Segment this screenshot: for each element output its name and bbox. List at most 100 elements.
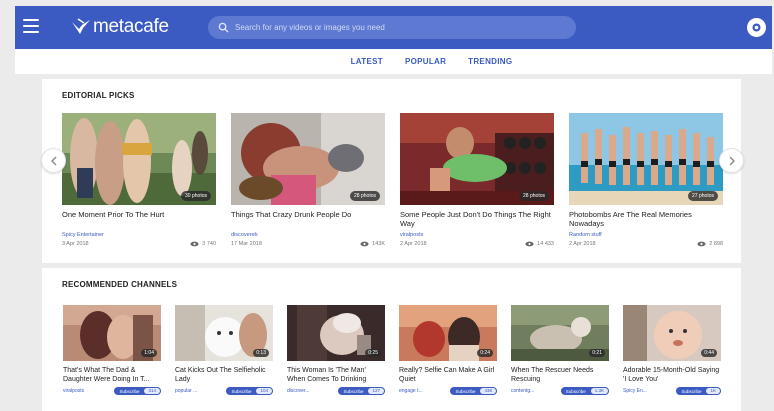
- user-avatar-icon[interactable]: [747, 18, 766, 37]
- card-title[interactable]: Photobombs Are The Real Memories Nowaday…: [569, 210, 723, 229]
- channel-card[interactable]: 0:24 Really? Selfie Can Make A Girl Quie…: [399, 305, 497, 395]
- subscribe-label: Subscribe: [343, 388, 364, 394]
- video-title[interactable]: Really? Selfie Can Make A Girl Quiet: [399, 366, 497, 384]
- channel-name[interactable]: popular ...: [175, 388, 197, 394]
- subscriber-count: 1K: [706, 388, 720, 394]
- tab-latest[interactable]: LATEST: [351, 57, 383, 66]
- editorial-card[interactable]: 30 photos One Moment Prior To The Hurt S…: [62, 113, 216, 247]
- card-meta: 2 Apr 2018 2 898: [569, 241, 723, 247]
- card-meta: 17 Mar 2018 143K: [231, 241, 385, 247]
- photo-count-badge: 28 photos: [350, 191, 380, 201]
- search-icon: [218, 22, 229, 33]
- card-source[interactable]: Spicy Entertainer: [62, 232, 216, 238]
- logo[interactable]: metacafe: [70, 15, 169, 39]
- video-thumbnail[interactable]: 0:21: [511, 305, 609, 361]
- view-count: 3 740: [190, 241, 216, 247]
- search-input[interactable]: [235, 23, 565, 32]
- card-thumbnail[interactable]: 28 photos: [400, 113, 554, 205]
- chevron-right-icon: [729, 156, 735, 165]
- subscribe-label: Subscribe: [565, 388, 586, 394]
- card-meta: 3 Apr 2018 3 740: [62, 241, 216, 247]
- view-count-value: 14 433: [537, 241, 554, 247]
- subscriber-count: 104: [256, 388, 272, 394]
- subscribe-button[interactable]: Subscribe 314: [114, 387, 161, 395]
- eye-icon: [525, 241, 534, 247]
- tab-popular[interactable]: POPULAR: [405, 57, 446, 66]
- carousel-prev-button[interactable]: [41, 148, 66, 173]
- view-count-value: 2 898: [709, 241, 723, 247]
- video-duration: 0:24: [477, 349, 493, 357]
- subscribe-button[interactable]: Subscribe 127: [338, 387, 385, 395]
- tab-trending[interactable]: TRENDING: [468, 57, 512, 66]
- carousel-next-button[interactable]: [719, 148, 744, 173]
- card-date: 2 Apr 2018: [400, 241, 427, 247]
- video-thumbnail[interactable]: 0:25: [287, 305, 385, 361]
- subscribe-button[interactable]: Subscribe 438: [450, 387, 497, 395]
- top-bar: metacafe: [15, 6, 772, 49]
- subscribe-button[interactable]: Subscribe 104: [226, 387, 273, 395]
- card-thumbnail[interactable]: 30 photos: [62, 113, 216, 205]
- channel-card[interactable]: 0:44 Adorable 15-Month-Old Saying 'I Lov…: [623, 305, 721, 395]
- video-duration: 0:44: [701, 349, 717, 357]
- photo-count-badge: 30 photos: [181, 191, 211, 201]
- card-meta: 2 Apr 2018 14 433: [400, 241, 554, 247]
- hamburger-menu-icon[interactable]: [23, 19, 39, 33]
- subscribe-button[interactable]: Subscribe 1K: [676, 387, 721, 395]
- video-duration: 1:04: [141, 349, 157, 357]
- section-title: EDITORIAL PICKS: [62, 91, 135, 100]
- section-title: RECOMMENDED CHANNELS: [62, 280, 178, 289]
- video-duration: 0:13: [253, 349, 269, 357]
- card-date: 3 Apr 2018: [62, 241, 89, 247]
- card-thumbnail[interactable]: 27 photos: [569, 113, 723, 205]
- card-title[interactable]: Things That Crazy Drunk People Do: [231, 210, 385, 229]
- sub-navigation: LATEST POPULAR TRENDING: [15, 49, 772, 74]
- view-count: 2 898: [697, 241, 723, 247]
- view-count: 14 433: [525, 241, 554, 247]
- channel-card[interactable]: 0:21 When The Rescuer Needs Rescuing con…: [511, 305, 609, 395]
- subscriber-count: 1.3K: [590, 388, 608, 394]
- video-title[interactable]: This Woman Is 'The Man' When Comes To Dr…: [287, 366, 385, 384]
- channel-footer: Spicy En... Subscribe 1K: [623, 387, 721, 395]
- video-title[interactable]: When The Rescuer Needs Rescuing: [511, 366, 609, 384]
- editorial-picks-section: EDITORIAL PICKS 30 photos One Moment Pri…: [42, 79, 741, 263]
- eye-icon: [697, 241, 706, 247]
- video-title[interactable]: That's What The Dad & Daughter Were Doin…: [63, 366, 161, 384]
- channel-footer: discover... Subscribe 127: [287, 387, 385, 395]
- photo-count-badge: 28 photos: [519, 191, 549, 201]
- editorial-card[interactable]: 28 photos Things That Crazy Drunk People…: [231, 113, 385, 247]
- channel-footer: viralposts Subscribe 314: [63, 387, 161, 395]
- card-source[interactable]: Random stuff: [569, 232, 723, 238]
- card-date: 17 Mar 2018: [231, 241, 262, 247]
- channel-name[interactable]: contentg...: [511, 388, 534, 394]
- editorial-card[interactable]: 28 photos Some People Just Don't Do Thin…: [400, 113, 554, 247]
- video-thumbnail[interactable]: 0:13: [175, 305, 273, 361]
- metacafe-logo-icon: [72, 18, 90, 34]
- view-count: 143K: [360, 241, 385, 247]
- channel-name[interactable]: engage t...: [399, 388, 423, 394]
- card-source[interactable]: discovereb: [231, 232, 385, 238]
- video-thumbnail[interactable]: 0:44: [623, 305, 721, 361]
- card-title[interactable]: One Moment Prior To The Hurt: [62, 210, 216, 229]
- video-duration: 0:21: [589, 349, 605, 357]
- subscribe-label: Subscribe: [455, 388, 476, 394]
- channel-name[interactable]: discover...: [287, 388, 310, 394]
- subscriber-count: 314: [144, 388, 160, 394]
- channel-name[interactable]: viralposts: [63, 388, 84, 394]
- card-thumbnail[interactable]: 28 photos: [231, 113, 385, 205]
- video-thumbnail[interactable]: 0:24: [399, 305, 497, 361]
- card-date: 2 Apr 2018: [569, 241, 596, 247]
- video-duration: 0:25: [365, 349, 381, 357]
- card-source[interactable]: viralposts: [400, 232, 554, 238]
- channel-card[interactable]: 1:04 That's What The Dad & Daughter Were…: [63, 305, 161, 395]
- card-title[interactable]: Some People Just Don't Do Things The Rig…: [400, 210, 554, 229]
- video-title[interactable]: Cat Kicks Out The Selfieholic Lady: [175, 366, 273, 384]
- channel-name[interactable]: Spicy En...: [623, 388, 647, 394]
- subscribe-button[interactable]: Subscribe 1.3K: [560, 387, 609, 395]
- channel-card[interactable]: 0:25 This Woman Is 'The Man' When Comes …: [287, 305, 385, 395]
- view-count-value: 3 740: [202, 241, 216, 247]
- video-thumbnail[interactable]: 1:04: [63, 305, 161, 361]
- search-bar[interactable]: [208, 16, 576, 39]
- video-title[interactable]: Adorable 15-Month-Old Saying 'I Love You…: [623, 366, 721, 384]
- editorial-card[interactable]: 27 photos Photobombs Are The Real Memori…: [569, 113, 723, 247]
- channel-card[interactable]: 0:13 Cat Kicks Out The Selfieholic Lady …: [175, 305, 273, 395]
